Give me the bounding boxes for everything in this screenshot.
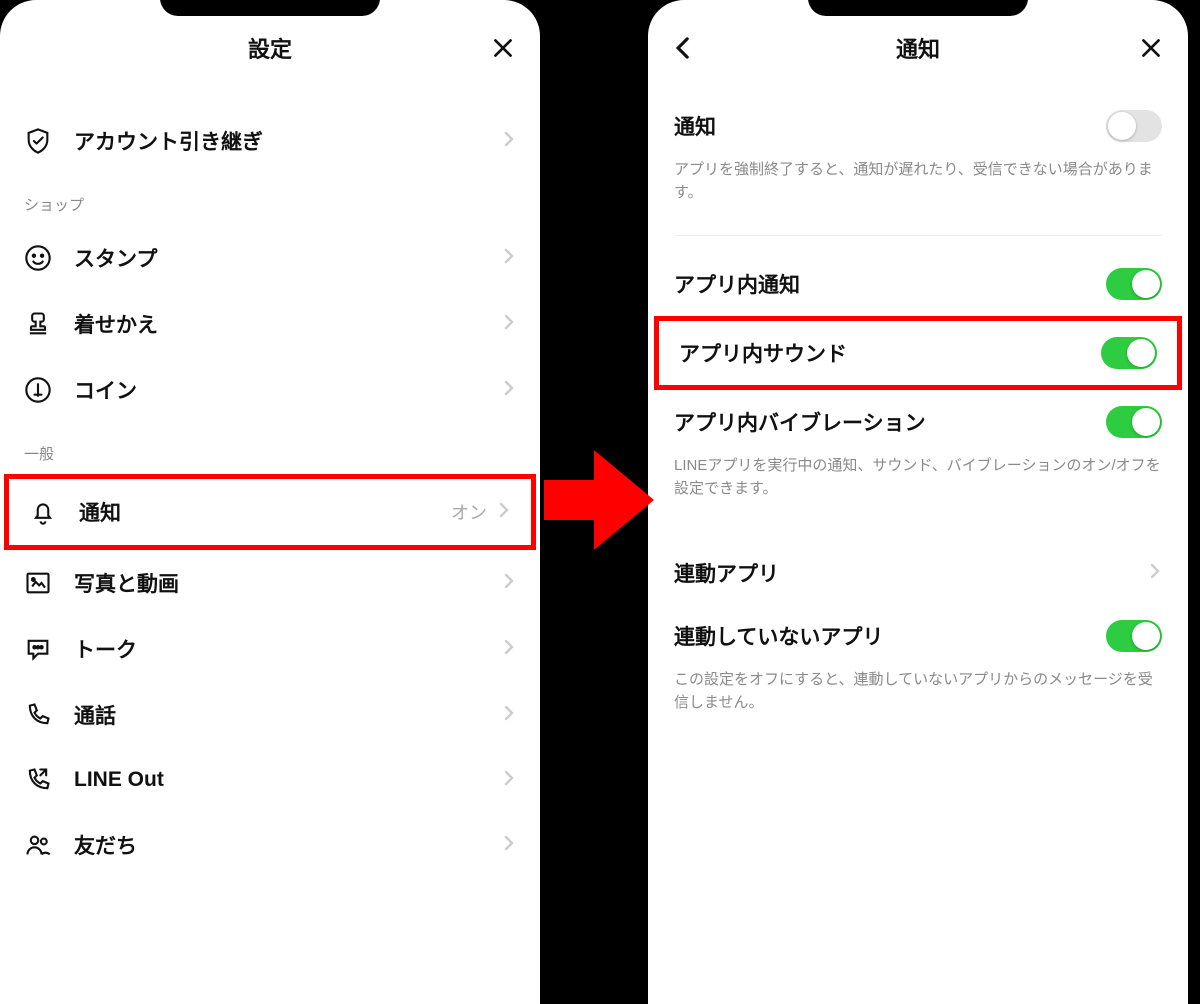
- row-account-transfer[interactable]: アカウント引き継ぎ: [0, 108, 540, 174]
- unlinked-apps-desc: この設定をオフにすると、連動していないアプリからのメッセージを受信しません。: [648, 668, 1188, 729]
- bell-icon: [29, 498, 57, 526]
- inapp-desc: LINEアプリを実行中の通知、サウンド、バイブレーションのオン/オフを設定できま…: [648, 454, 1188, 515]
- chevron-right-icon: [502, 247, 516, 270]
- row-label: アカウント引き継ぎ: [74, 126, 502, 156]
- page-title: 通知: [896, 32, 940, 64]
- row-label: 着せかえ: [74, 309, 502, 339]
- back-button[interactable]: [672, 35, 692, 61]
- close-icon: [490, 35, 516, 61]
- image-icon: [24, 569, 52, 597]
- settings-list: アカウント引き継ぎ ショップ スタンプ 着せかえ コイン: [0, 80, 540, 878]
- row-line-out[interactable]: LINE Out: [0, 748, 540, 812]
- row-friends[interactable]: 友だち: [0, 812, 540, 878]
- divider: [674, 235, 1162, 236]
- row-talk[interactable]: トーク: [0, 616, 540, 682]
- row-unlinked-apps[interactable]: 連動していないアプリ: [648, 604, 1188, 668]
- row-notification-master[interactable]: 通知: [648, 94, 1188, 158]
- row-label: トーク: [74, 634, 502, 664]
- row-inapp-vibration[interactable]: アプリ内バイブレーション: [648, 390, 1188, 454]
- row-label: コイン: [74, 375, 502, 405]
- chevron-left-icon: [672, 35, 692, 61]
- toggle-inapp-notification[interactable]: [1106, 268, 1162, 300]
- chevron-right-icon: [502, 638, 516, 661]
- chevron-right-icon: [502, 572, 516, 595]
- row-label: アプリ内通知: [674, 269, 1106, 299]
- notification-desc: アプリを強制終了すると、通知が遅れたり、受信できない場合があります。: [648, 158, 1188, 219]
- chat-icon: [24, 635, 52, 663]
- header-right: 通知: [648, 16, 1188, 80]
- row-theme[interactable]: 着せかえ: [0, 291, 540, 357]
- friends-icon: [24, 831, 52, 859]
- row-label: 友だち: [74, 830, 502, 860]
- row-label: 連動アプリ: [674, 558, 1148, 588]
- notification-settings: 通知 アプリを強制終了すると、通知が遅れたり、受信できない場合があります。 アプ…: [648, 80, 1188, 729]
- close-icon: [1138, 35, 1164, 61]
- chevron-right-icon: [502, 379, 516, 402]
- toggle-unlinked-apps[interactable]: [1106, 620, 1162, 652]
- smile-icon: [24, 244, 52, 272]
- chevron-right-icon: [502, 704, 516, 727]
- close-button[interactable]: [490, 35, 516, 61]
- row-label: アプリ内バイブレーション: [674, 407, 1106, 437]
- chevron-right-icon: [502, 130, 516, 153]
- close-button[interactable]: [1138, 35, 1164, 61]
- row-label: 連動していないアプリ: [674, 621, 1106, 651]
- row-inapp-notification[interactable]: アプリ内通知: [648, 252, 1188, 316]
- chevron-right-icon: [497, 501, 511, 524]
- stamp-icon: [24, 310, 52, 338]
- phone-icon: [24, 701, 52, 729]
- row-label: 写真と動画: [74, 568, 502, 598]
- header-left: 設定: [0, 16, 540, 80]
- row-linked-apps[interactable]: 連動アプリ: [648, 542, 1188, 604]
- row-status: オン: [451, 499, 487, 525]
- chevron-right-icon: [502, 834, 516, 857]
- row-call[interactable]: 通話: [0, 682, 540, 748]
- row-label: 通知: [79, 497, 451, 527]
- row-label: 通話: [74, 700, 502, 730]
- row-label: LINE Out: [74, 768, 502, 792]
- row-coin[interactable]: コイン: [0, 357, 540, 423]
- phone-notch: [160, 0, 380, 16]
- section-header-general: 一般: [0, 423, 540, 474]
- chevron-right-icon: [502, 313, 516, 336]
- row-photo-video[interactable]: 写真と動画: [0, 550, 540, 616]
- chevron-right-icon: [502, 769, 516, 792]
- row-label: アプリ内サウンド: [679, 338, 1101, 368]
- phone-notch: [808, 0, 1028, 16]
- coin-icon: [24, 376, 52, 404]
- row-inapp-sound[interactable]: アプリ内サウンド: [654, 316, 1182, 390]
- row-label: スタンプ: [74, 243, 502, 273]
- row-notification[interactable]: 通知 オン: [4, 474, 536, 550]
- row-stamp[interactable]: スタンプ: [0, 225, 540, 291]
- toggle-inapp-vibration[interactable]: [1106, 406, 1162, 438]
- shield-check-icon: [24, 127, 52, 155]
- right-screen: 通知 通知 アプリを強制終了すると、通知が遅れたり、受信できない場合があります。…: [648, 0, 1188, 1004]
- arrow-icon: [544, 440, 654, 560]
- row-label: 通知: [674, 111, 1106, 141]
- toggle-inapp-sound[interactable]: [1101, 337, 1157, 369]
- page-title: 設定: [248, 32, 292, 64]
- left-screen: 設定 アカウント引き継ぎ ショップ スタンプ: [0, 0, 540, 1004]
- toggle-notification[interactable]: [1106, 110, 1162, 142]
- phone-out-icon: [24, 766, 52, 794]
- section-header-shop: ショップ: [0, 174, 540, 225]
- chevron-right-icon: [1148, 562, 1162, 585]
